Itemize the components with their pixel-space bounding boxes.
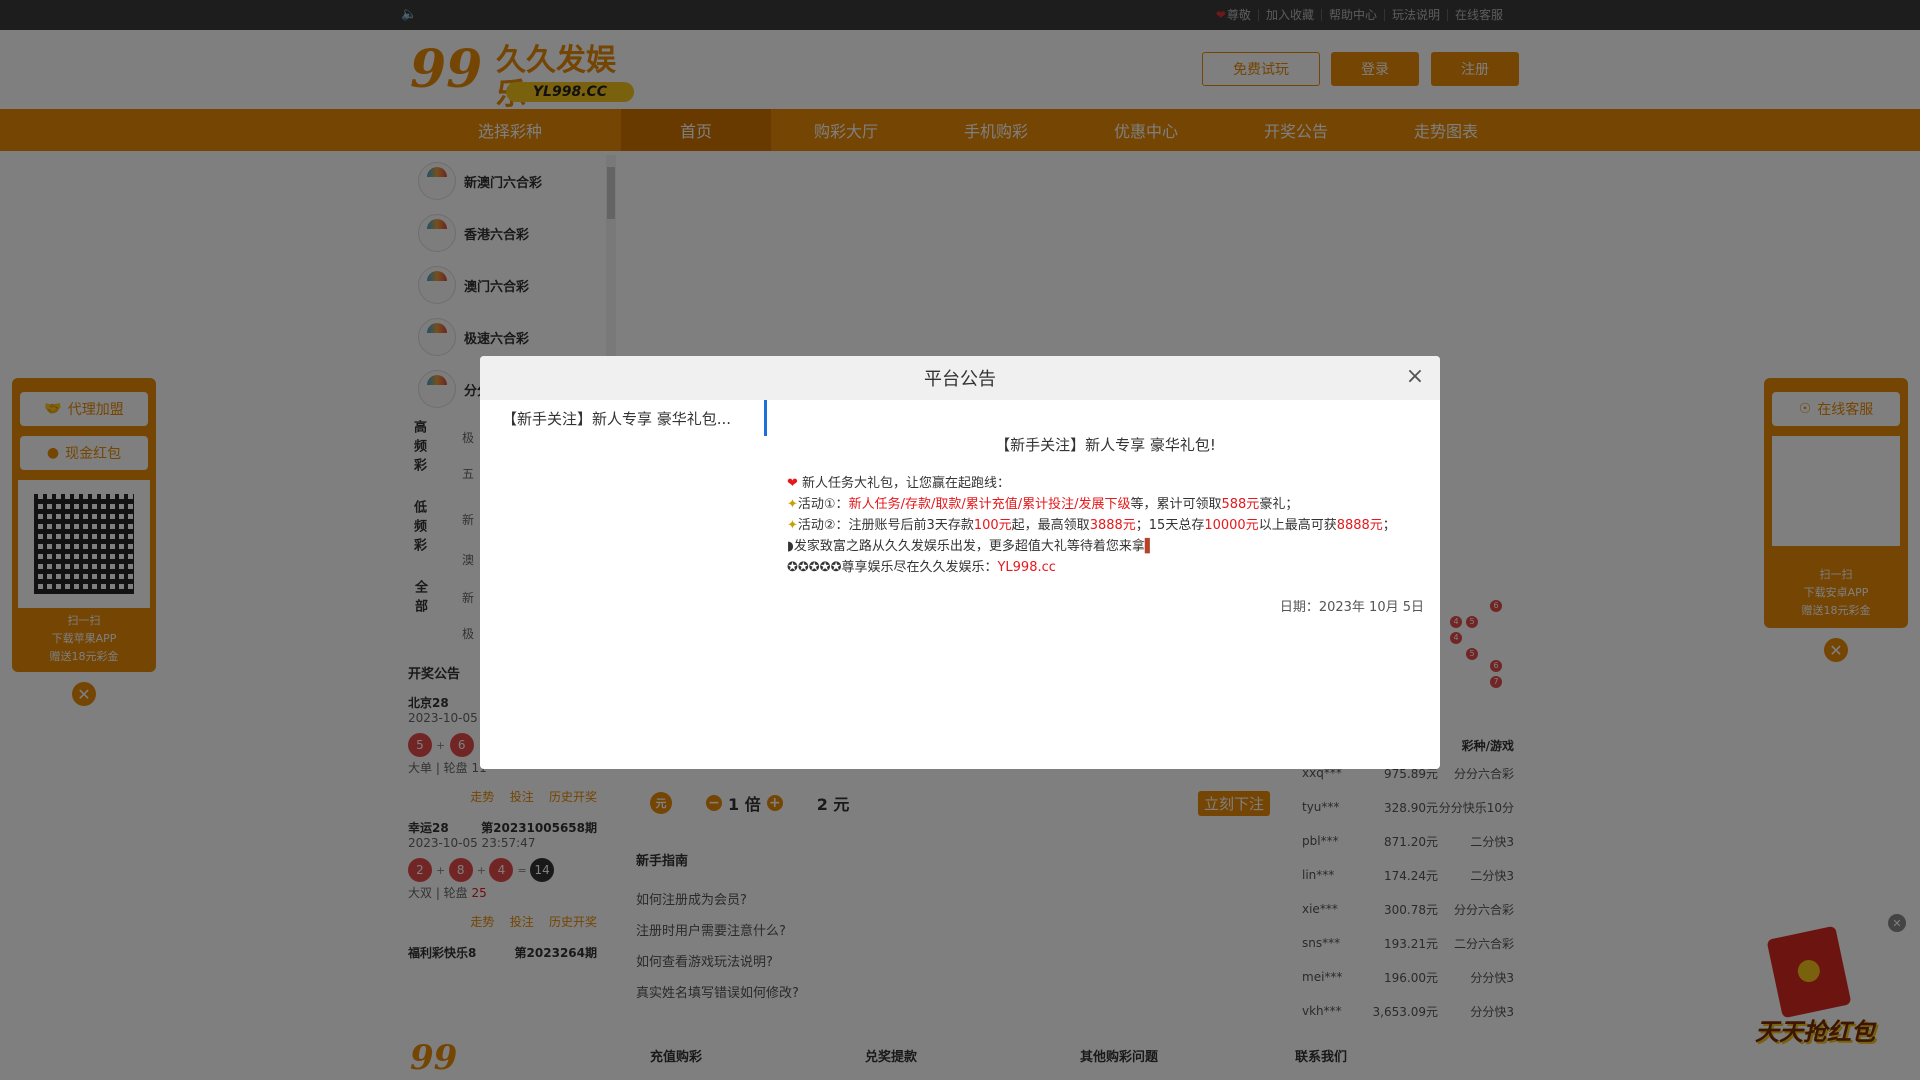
announcement-line: ◗发家致富之路从久久发娱乐出发，更多超值大礼等待着您来拿▌ bbox=[787, 539, 1155, 554]
sparkle-icon: ✦ bbox=[787, 518, 798, 533]
site-link[interactable]: YL998.cc bbox=[997, 560, 1055, 575]
heart-icon: ❤ bbox=[787, 476, 798, 491]
announcement-list-item[interactable]: 【新手关注】新人专享 豪华礼包... bbox=[480, 400, 767, 436]
modal-header: 平台公告 × bbox=[480, 356, 1440, 400]
bullet-icon: ◗ bbox=[787, 539, 794, 554]
announcement-list: 【新手关注】新人专享 豪华礼包... bbox=[480, 400, 767, 769]
announcement-title: 【新手关注】新人专享 豪华礼包! bbox=[995, 436, 1216, 454]
sparkle-icon: ✦ bbox=[787, 497, 798, 512]
announcement-date: 日期：2023年 10月 5日 bbox=[1279, 600, 1424, 615]
modal-title: 平台公告 bbox=[924, 369, 996, 390]
announcement-content: 【新手关注】新人专享 豪华礼包! ❤ 新人任务大礼包，让您赢在起跑线： ✦活动①… bbox=[767, 400, 1440, 769]
close-icon[interactable]: × bbox=[1404, 366, 1426, 388]
announcement-line: ❤ 新人任务大礼包，让您赢在起跑线： bbox=[787, 476, 1011, 491]
announcement-modal: 平台公告 × 【新手关注】新人专享 豪华礼包... 【新手关注】新人专享 豪华礼… bbox=[480, 356, 1440, 769]
announcement-line: ✪✪✪✪✪尊享娱乐尽在久久发娱乐：YL998.cc bbox=[787, 560, 1056, 575]
gift-icon: ▌ bbox=[1144, 539, 1155, 554]
announcement-line: ✦活动②：注册账号后前3天存款100元起，最高领取3888元；15天总存1000… bbox=[787, 518, 1396, 533]
announcement-line: ✦活动①：新人任务/存款/取款/累计充值/累计投注/发展下级等，累计可领取588… bbox=[787, 497, 1299, 512]
